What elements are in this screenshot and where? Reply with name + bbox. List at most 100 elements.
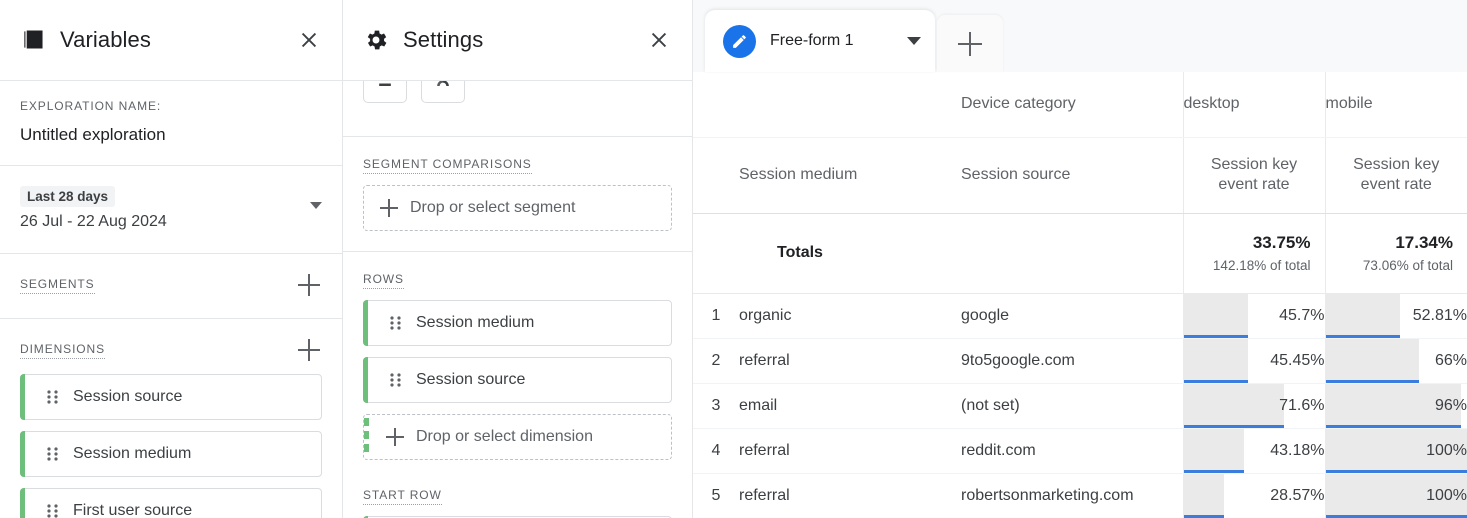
drag-handle-icon[interactable] [47, 447, 59, 461]
donut-chart-icon[interactable] [421, 81, 465, 103]
rows-dropzone-label: Drop or select dimension [416, 428, 593, 445]
cell-value-bar [1184, 514, 1224, 517]
row-chip-session-source[interactable]: Session source [363, 357, 672, 403]
totals-cell-mobile: 17.34% 73.06% of total [1324, 213, 1467, 294]
visualization-type-row [343, 81, 692, 137]
cell-session-medium[interactable]: organic [739, 293, 961, 339]
settings-panel: Settings SEGMENT COMPARISONS Drop or sel… [343, 0, 693, 518]
segments-label: SEGMENTS [20, 277, 95, 294]
totals-cell-desktop: 33.75% 142.18% of total [1182, 213, 1325, 294]
cell-session-source[interactable]: (not set) [961, 383, 1183, 429]
cell-metric-mobile[interactable]: 100% [1324, 473, 1467, 518]
plus-icon [958, 31, 982, 56]
variables-panel-title: Variables [60, 27, 151, 52]
device-category-mobile[interactable]: mobile [1324, 72, 1467, 138]
add-segment-button[interactable] [296, 272, 322, 298]
cell-metric-desktop[interactable]: 45.45% [1182, 338, 1325, 384]
row-index: 3 [693, 383, 739, 429]
variables-panel-header: Variables [0, 0, 342, 81]
table-row[interactable]: 1 organic google 45.7% 52.81% [693, 293, 1467, 339]
header-metric-desktop[interactable]: Session key event rate [1182, 137, 1325, 214]
column-group-header: Device category [961, 72, 1183, 138]
exploration-name-label: EXPLORATION NAME: [20, 99, 162, 113]
header-session-medium[interactable]: Session medium [739, 137, 961, 214]
segment-comparisons-section: SEGMENT COMPARISONS Drop or select segme… [343, 137, 692, 252]
rows-dropzone[interactable]: Drop or select dimension [363, 414, 672, 460]
table-row[interactable]: 5 referral robertsonmarketing.com 28.57% 100… [693, 473, 1467, 518]
cell-session-source[interactable]: 9to5google.com [961, 338, 1183, 384]
cell-value: 96% [1434, 396, 1467, 414]
cell-session-source[interactable]: google [961, 293, 1183, 339]
exploration-name-value[interactable]: Untitled exploration [20, 125, 322, 145]
drag-handle-icon[interactable] [390, 373, 402, 387]
chevron-down-icon[interactable] [907, 37, 921, 45]
header-session-source[interactable]: Session source [961, 137, 1183, 214]
dimension-chip-first-user-source[interactable]: First user source [20, 488, 322, 518]
tab-free-form-1[interactable]: Free-form 1 [705, 10, 935, 72]
cell-session-medium[interactable]: referral [739, 338, 961, 384]
table-header-group-row: Device category desktop mobile [693, 72, 1467, 138]
cell-session-medium[interactable]: referral [739, 473, 961, 518]
table-row[interactable]: 2 referral 9to5google.com 45.45% 66% [693, 338, 1467, 384]
cell-fill-bar [1326, 338, 1419, 382]
row-index: 1 [693, 293, 739, 339]
row-chip-session-medium[interactable]: Session medium [363, 300, 672, 346]
totals-label: Totals [739, 213, 961, 294]
totals-of-total: 73.06% of total [1362, 257, 1453, 273]
cell-fill-bar [1326, 293, 1401, 337]
cell-metric-desktop[interactable]: 28.57% [1182, 473, 1325, 518]
cell-metric-desktop[interactable]: 71.6% [1182, 383, 1325, 429]
chevron-down-icon[interactable] [310, 202, 322, 209]
close-icon[interactable] [644, 25, 674, 55]
drag-handle-icon[interactable] [47, 504, 59, 518]
cell-fill-bar [1184, 473, 1224, 517]
add-dimension-button[interactable] [296, 337, 322, 363]
date-range-text: 26 Jul - 22 Aug 2024 [20, 213, 167, 230]
cell-metric-mobile[interactable]: 100% [1324, 428, 1467, 474]
cell-session-source[interactable]: robertsonmarketing.com [961, 473, 1183, 518]
cell-value: 71.6% [1279, 396, 1325, 414]
dimension-label: Session source [73, 388, 183, 405]
row-chip-label: Session medium [416, 314, 535, 331]
device-category-desktop[interactable]: desktop [1182, 72, 1325, 138]
plus-icon [380, 199, 398, 217]
cell-fill-bar [1184, 428, 1245, 472]
tab-bar: Free-form 1 [693, 0, 1467, 72]
totals-value: 17.34% [1395, 232, 1453, 252]
settings-panel-header: Settings [343, 0, 692, 81]
dimension-chip-session-medium[interactable]: Session medium [20, 431, 322, 477]
cell-metric-mobile[interactable]: 66% [1324, 338, 1467, 384]
cell-session-medium[interactable]: referral [739, 428, 961, 474]
rows-section: ROWS Session medium Session source Drop … [343, 252, 692, 480]
cell-value: 100% [1426, 441, 1467, 459]
cell-metric-desktop[interactable]: 43.18% [1182, 428, 1325, 474]
dimension-chip-session-source[interactable]: Session source [20, 374, 322, 420]
drag-handle-icon[interactable] [47, 390, 59, 404]
dimension-label: Session medium [73, 445, 192, 462]
segment-comparisons-label: SEGMENT COMPARISONS [363, 157, 532, 174]
close-icon[interactable] [294, 25, 324, 55]
cell-metric-desktop[interactable]: 45.7% [1182, 293, 1325, 339]
bar-chart-icon[interactable] [363, 81, 407, 103]
segment-dropzone[interactable]: Drop or select segment [363, 185, 672, 231]
dimensions-section: DIMENSIONS Session source Session medium [0, 319, 342, 518]
cell-session-medium[interactable]: email [739, 383, 961, 429]
header-metric-mobile[interactable]: Session key event rate [1324, 137, 1467, 214]
table-row[interactable]: 4 referral reddit.com 43.18% 100% [693, 428, 1467, 474]
settings-panel-title: Settings [403, 27, 484, 52]
cell-value: 43.18% [1270, 441, 1325, 459]
cell-metric-mobile[interactable]: 52.81% [1324, 293, 1467, 339]
plus-icon [386, 428, 404, 446]
dimension-label: First user source [73, 502, 193, 518]
pencil-edit-icon [723, 24, 756, 58]
cell-value: 52.81% [1412, 306, 1467, 324]
cell-value-bar [1326, 514, 1467, 517]
cell-value: 28.57% [1270, 486, 1325, 504]
rows-label: ROWS [363, 272, 404, 289]
drag-handle-icon[interactable] [390, 316, 402, 330]
cell-session-source[interactable]: reddit.com [961, 428, 1183, 474]
cell-metric-mobile[interactable]: 96% [1324, 383, 1467, 429]
table-row[interactable]: 3 email (not set) 71.6% 96% [693, 383, 1467, 429]
date-range-selector[interactable]: Last 28 days 26 Jul - 22 Aug 2024 [0, 166, 342, 254]
add-tab-button[interactable] [937, 15, 1003, 72]
